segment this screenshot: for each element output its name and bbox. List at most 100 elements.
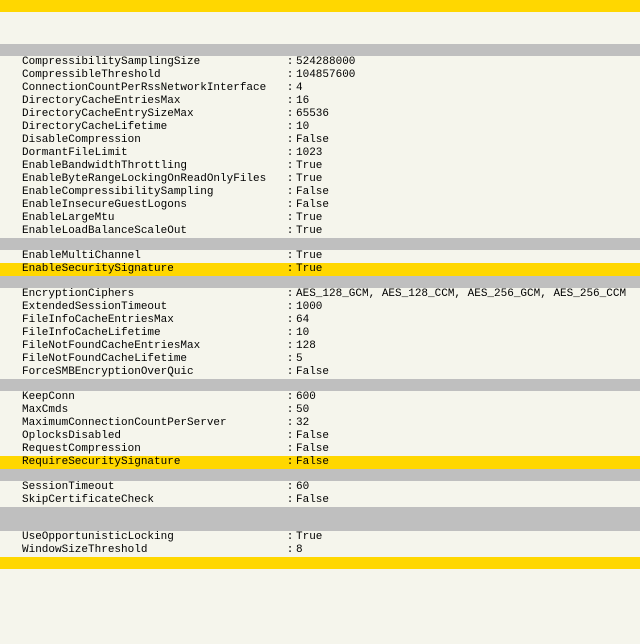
property-key: DirectoryCacheEntrySizeMax <box>22 108 284 121</box>
property-value: 64 <box>296 314 640 327</box>
property-key: FileNotFoundCacheLifetime <box>22 353 284 366</box>
property-value: 60 <box>296 481 640 494</box>
property-group: UseOpportunisticLocking:TrueWindowSizeTh… <box>0 531 640 557</box>
property-value: True <box>296 173 640 186</box>
property-row: MaxCmds:50 <box>0 404 640 417</box>
property-value: 10 <box>296 121 640 134</box>
highlight-bar <box>0 0 640 12</box>
property-key: WindowSizeThreshold <box>22 544 284 557</box>
property-row: EnableInsecureGuestLogons:False <box>0 199 640 212</box>
property-key: OplocksDisabled <box>22 430 284 443</box>
property-key: MaxCmds <box>22 404 284 417</box>
colon-separator: : <box>284 404 296 417</box>
property-row: CompressibilitySamplingSize:524288000 <box>0 56 640 69</box>
property-row: DisableCompression:False <box>0 134 640 147</box>
property-row: RequestCompression:False <box>0 443 640 456</box>
colon-separator: : <box>284 250 296 263</box>
property-value: 16 <box>296 95 640 108</box>
property-value: False <box>296 456 640 469</box>
property-row: OplocksDisabled:False <box>0 430 640 443</box>
property-key: EnableLargeMtu <box>22 212 284 225</box>
separator-bar <box>0 238 640 250</box>
property-key: DirectoryCacheEntriesMax <box>22 95 284 108</box>
property-row: WindowSizeThreshold:8 <box>0 544 640 557</box>
property-key: EnableLoadBalanceScaleOut <box>22 225 284 238</box>
property-key: EncryptionCiphers <box>22 288 284 301</box>
property-group: EnableMultiChannel:TrueEnableSecuritySig… <box>0 250 640 276</box>
property-key: ConnectionCountPerRssNetworkInterface <box>22 82 284 95</box>
property-group: EncryptionCiphers:AES_128_GCM, AES_128_C… <box>0 288 640 379</box>
separator-bar <box>0 519 640 531</box>
property-value: False <box>296 186 640 199</box>
property-key: FileInfoCacheLifetime <box>22 327 284 340</box>
property-row: DirectoryCacheEntrySizeMax:65536 <box>0 108 640 121</box>
property-row: FileInfoCacheLifetime:10 <box>0 327 640 340</box>
property-group: SessionTimeout:60SkipCertificateCheck:Fa… <box>0 481 640 507</box>
property-value: True <box>296 225 640 238</box>
property-row: SkipCertificateCheck:False <box>0 494 640 507</box>
colon-separator: : <box>284 494 296 507</box>
colon-separator: : <box>284 160 296 173</box>
property-row: DirectoryCacheLifetime:10 <box>0 121 640 134</box>
property-value: AES_128_GCM, AES_128_CCM, AES_256_GCM, A… <box>296 288 640 301</box>
property-key: EnableSecuritySignature <box>22 263 284 276</box>
property-row: RequireSecuritySignature:False <box>0 456 640 469</box>
property-key: EnableInsecureGuestLogons <box>22 199 284 212</box>
colon-separator: : <box>284 301 296 314</box>
property-group: CompressibilitySamplingSize:524288000Com… <box>0 56 640 238</box>
property-key: CompressibilitySamplingSize <box>22 56 284 69</box>
property-key: KeepConn <box>22 391 284 404</box>
property-key: SkipCertificateCheck <box>22 494 284 507</box>
property-row: SessionTimeout:60 <box>0 481 640 494</box>
colon-separator: : <box>284 456 296 469</box>
property-row: EnableBandwidthThrottling:True <box>0 160 640 173</box>
colon-separator: : <box>284 531 296 544</box>
property-value: False <box>296 366 640 379</box>
property-value: True <box>296 160 640 173</box>
colon-separator: : <box>284 121 296 134</box>
colon-separator: : <box>284 430 296 443</box>
colon-separator: : <box>284 212 296 225</box>
property-row: FileInfoCacheEntriesMax:64 <box>0 314 640 327</box>
spacer <box>0 12 640 44</box>
property-value: 524288000 <box>296 56 640 69</box>
colon-separator: : <box>284 366 296 379</box>
property-key: SessionTimeout <box>22 481 284 494</box>
property-value: 600 <box>296 391 640 404</box>
colon-separator: : <box>284 417 296 430</box>
property-value: 32 <box>296 417 640 430</box>
colon-separator: : <box>284 147 296 160</box>
property-key: ForceSMBEncryptionOverQuic <box>22 366 284 379</box>
property-value: 1023 <box>296 147 640 160</box>
property-key: DormantFileLimit <box>22 147 284 160</box>
property-value: True <box>296 212 640 225</box>
property-row: FileNotFoundCacheEntriesMax:128 <box>0 340 640 353</box>
property-key: FileInfoCacheEntriesMax <box>22 314 284 327</box>
property-row: KeepConn:600 <box>0 391 640 404</box>
property-key: RequireSecuritySignature <box>22 456 284 469</box>
property-group: KeepConn:600MaxCmds:50MaximumConnectionC… <box>0 391 640 469</box>
property-key: DirectoryCacheLifetime <box>22 121 284 134</box>
property-value: False <box>296 494 640 507</box>
property-value: False <box>296 443 640 456</box>
property-key: DisableCompression <box>22 134 284 147</box>
property-row: EnableCompressibilitySampling:False <box>0 186 640 199</box>
property-value: True <box>296 531 640 544</box>
colon-separator: : <box>284 225 296 238</box>
colon-separator: : <box>284 56 296 69</box>
colon-separator: : <box>284 340 296 353</box>
property-row: EnableSecuritySignature:True <box>0 263 640 276</box>
colon-separator: : <box>284 108 296 121</box>
colon-separator: : <box>284 353 296 366</box>
property-row: EnableLargeMtu:True <box>0 212 640 225</box>
property-row: ConnectionCountPerRssNetworkInterface:4 <box>0 82 640 95</box>
colon-separator: : <box>284 391 296 404</box>
colon-separator: : <box>284 95 296 108</box>
colon-separator: : <box>284 327 296 340</box>
property-value: 65536 <box>296 108 640 121</box>
separator-bar <box>0 379 640 391</box>
colon-separator: : <box>284 173 296 186</box>
colon-separator: : <box>284 443 296 456</box>
colon-separator: : <box>284 288 296 301</box>
highlight-bar <box>0 557 640 569</box>
